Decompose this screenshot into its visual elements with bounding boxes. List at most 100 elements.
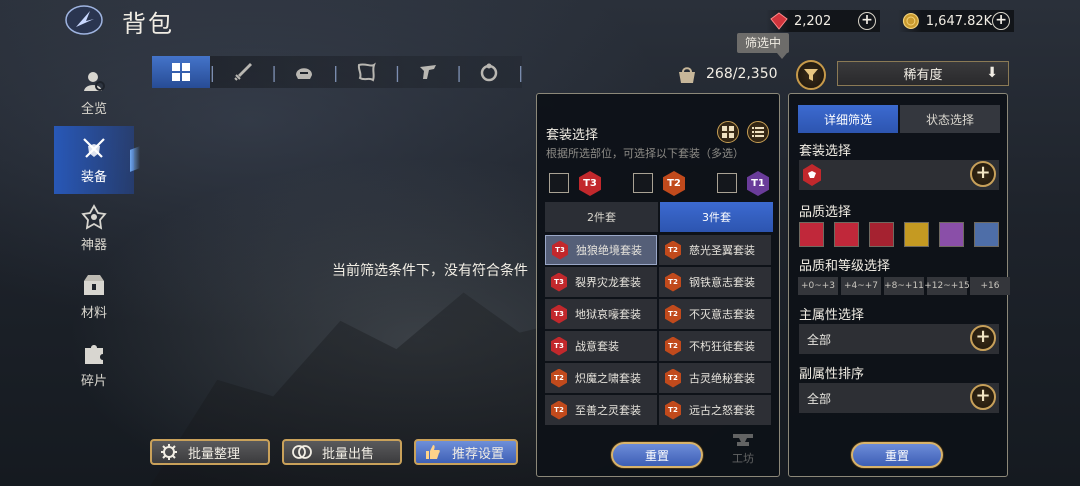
set-list-item[interactable]: T3 地狱哀嚎套装 <box>545 299 657 329</box>
tab-all[interactable] <box>152 56 210 88</box>
set-name-label: 不朽狂徒套装 <box>689 340 755 353</box>
bag-capacity: 268/2,350 <box>676 62 778 86</box>
filter-funnel-icon <box>804 69 818 81</box>
filter-active-tooltip: 筛选中 <box>737 33 789 59</box>
batch-organize-label: 批量整理 <box>188 446 241 462</box>
set-emblem-icon: T2 <box>551 368 567 388</box>
tab-helmet[interactable] <box>275 56 333 88</box>
set-emblem-icon: T2 <box>665 240 681 260</box>
search-user-icon <box>84 71 105 91</box>
add-sub-attribute-button[interactable]: + <box>970 384 996 410</box>
set-name-label: 古灵绝秘套装 <box>689 372 755 385</box>
nav-item-equipment[interactable]: 装备 <box>54 126 134 194</box>
wing-logo-icon <box>65 5 103 35</box>
detail-filter-tabs: 详细筛选 状态选择 <box>798 105 1000 133</box>
craft-workshop-label: 工坊 <box>732 452 754 465</box>
set-list-item[interactable]: T3 战意套装 <box>545 331 657 361</box>
set-name-label: 裂界灾龙套装 <box>575 276 641 289</box>
set-list-item[interactable]: T2 炽魔之啸套装 <box>545 363 657 393</box>
puzzle-piece-icon <box>85 344 103 364</box>
batch-organize-button[interactable]: 批量整理 <box>150 439 270 465</box>
add-set-button[interactable]: + <box>970 161 996 187</box>
sub-attribute-value: 全部 <box>807 391 832 406</box>
sub-attribute-label: 副属性排序 <box>799 367 865 382</box>
gold-currency: 1,647.82K + <box>898 10 1014 32</box>
tier-t3-checkbox[interactable] <box>549 173 569 193</box>
add-gold-button[interactable]: + <box>992 12 1010 30</box>
set-list-item[interactable]: T2 慈光圣翼套装 <box>659 235 771 265</box>
set-name-label: 慈光圣翼套装 <box>689 244 755 257</box>
set-emblem-icon: T3 <box>551 272 567 292</box>
quality-swatch-red-2[interactable] <box>834 222 859 247</box>
sort-dropdown[interactable]: 稀有度 ⬇ <box>837 61 1009 86</box>
set-list-item[interactable]: T2 钢铁意志套装 <box>659 267 771 297</box>
set-emblem-icon: T2 <box>665 272 681 292</box>
filter-button[interactable] <box>796 60 826 90</box>
set-list: T3 独狼绝境套装 T2 慈光圣翼套装 T3 裂界灾龙套装 T2 钢铁意志套装 T3 地狱哀嚎套装… <box>545 235 773 435</box>
quality-swatch-red-1[interactable] <box>799 222 824 247</box>
set-list-item[interactable]: T3 独狼绝境套装 <box>545 235 657 265</box>
craft-workshop-button[interactable]: 工坊 <box>718 428 768 468</box>
set-emblem-icon: T2 <box>551 400 567 420</box>
recommend-settings-button[interactable]: 推荐设置 <box>414 439 518 465</box>
nav-label-equipment: 装备 <box>80 169 107 185</box>
tab-status-select[interactable]: 状态选择 <box>900 105 1000 133</box>
set-list-item[interactable]: T2 远古之怒套装 <box>659 395 771 425</box>
main-attribute-value: 全部 <box>807 332 832 347</box>
set-list-item[interactable]: T3 裂界灾龙套装 <box>545 267 657 297</box>
quality-level-label: 品质和等级选择 <box>799 259 891 274</box>
tab-detail-filter[interactable]: 详细筛选 <box>798 105 898 133</box>
ruby-currency: 2,202 + <box>766 10 880 32</box>
capacity-value: 268/2,350 <box>706 66 778 82</box>
nav-item-artifact[interactable]: 神器 <box>54 194 134 262</box>
set-name-label: 远古之怒套装 <box>689 404 755 417</box>
quality-swatch-red-3[interactable] <box>869 222 894 247</box>
equipment-slot-tabs: | | | | | | <box>152 56 523 88</box>
set-list-item[interactable]: T2 古灵绝秘套装 <box>659 363 771 393</box>
sub-attribute-row: 全部 + <box>799 383 999 413</box>
set-emblem-icon: T2 <box>665 336 681 356</box>
level-option[interactable]: +0~+3 <box>798 277 838 295</box>
boots-icon <box>419 65 436 79</box>
detail-reset-button[interactable]: 重置 <box>851 442 943 468</box>
set-emblem-icon: T3 <box>552 240 568 260</box>
tier-filter-row: T3 T2 T1 <box>549 171 771 197</box>
quality-swatch-gold[interactable] <box>904 222 929 247</box>
tier-t2-badge: T2 <box>663 171 685 196</box>
ruby-amount: 2,202 <box>794 13 832 29</box>
level-option[interactable]: +12~+15 <box>924 277 970 295</box>
add-ruby-button[interactable]: + <box>858 12 876 30</box>
set-reset-button[interactable]: 重置 <box>611 442 703 468</box>
cape-icon <box>357 62 376 82</box>
set-list-item[interactable]: T2 至善之灵套装 <box>545 395 657 425</box>
tab-weapon[interactable] <box>214 56 272 88</box>
tab-3-piece[interactable]: 3件套 <box>660 202 773 232</box>
level-option[interactable]: +4~+7 <box>841 277 881 295</box>
tab-2-piece[interactable]: 2件套 <box>545 202 658 232</box>
helmet-icon <box>296 68 313 79</box>
list-view-button[interactable] <box>747 121 769 143</box>
batch-sell-button[interactable]: 批量出售 <box>282 439 402 465</box>
tab-cape[interactable] <box>337 56 395 88</box>
tier-t1-checkbox[interactable] <box>717 173 737 193</box>
set-list-item[interactable]: T2 不灭意志套装 <box>659 299 771 329</box>
level-option[interactable]: +16 <box>970 277 1010 295</box>
tab-ring[interactable] <box>460 56 518 88</box>
tier-t2-checkbox[interactable] <box>633 173 653 193</box>
grid-view-button[interactable] <box>717 121 739 143</box>
add-main-attribute-button[interactable]: + <box>970 325 996 351</box>
level-option[interactable]: +8~+11 <box>884 277 924 295</box>
back-logo-button[interactable] <box>60 2 108 38</box>
nav-item-materials[interactable]: 材料 <box>54 262 134 330</box>
set-emblem-icon: T2 <box>665 304 681 324</box>
empty-result-message: 当前筛选条件下，没有符合条件 <box>332 263 528 279</box>
tab-boots[interactable] <box>399 56 457 88</box>
nav-item-overview[interactable]: 全览 <box>54 58 134 126</box>
quality-swatch-blue[interactable] <box>974 222 999 247</box>
quality-swatch-purple[interactable] <box>939 222 964 247</box>
tier-t1-badge: T1 <box>747 171 769 196</box>
batch-sell-label: 批量出售 <box>322 446 375 462</box>
nav-item-fragments[interactable]: 碎片 <box>54 330 134 398</box>
set-list-item[interactable]: T2 不朽狂徒套装 <box>659 331 771 361</box>
coins-icon <box>292 445 312 459</box>
